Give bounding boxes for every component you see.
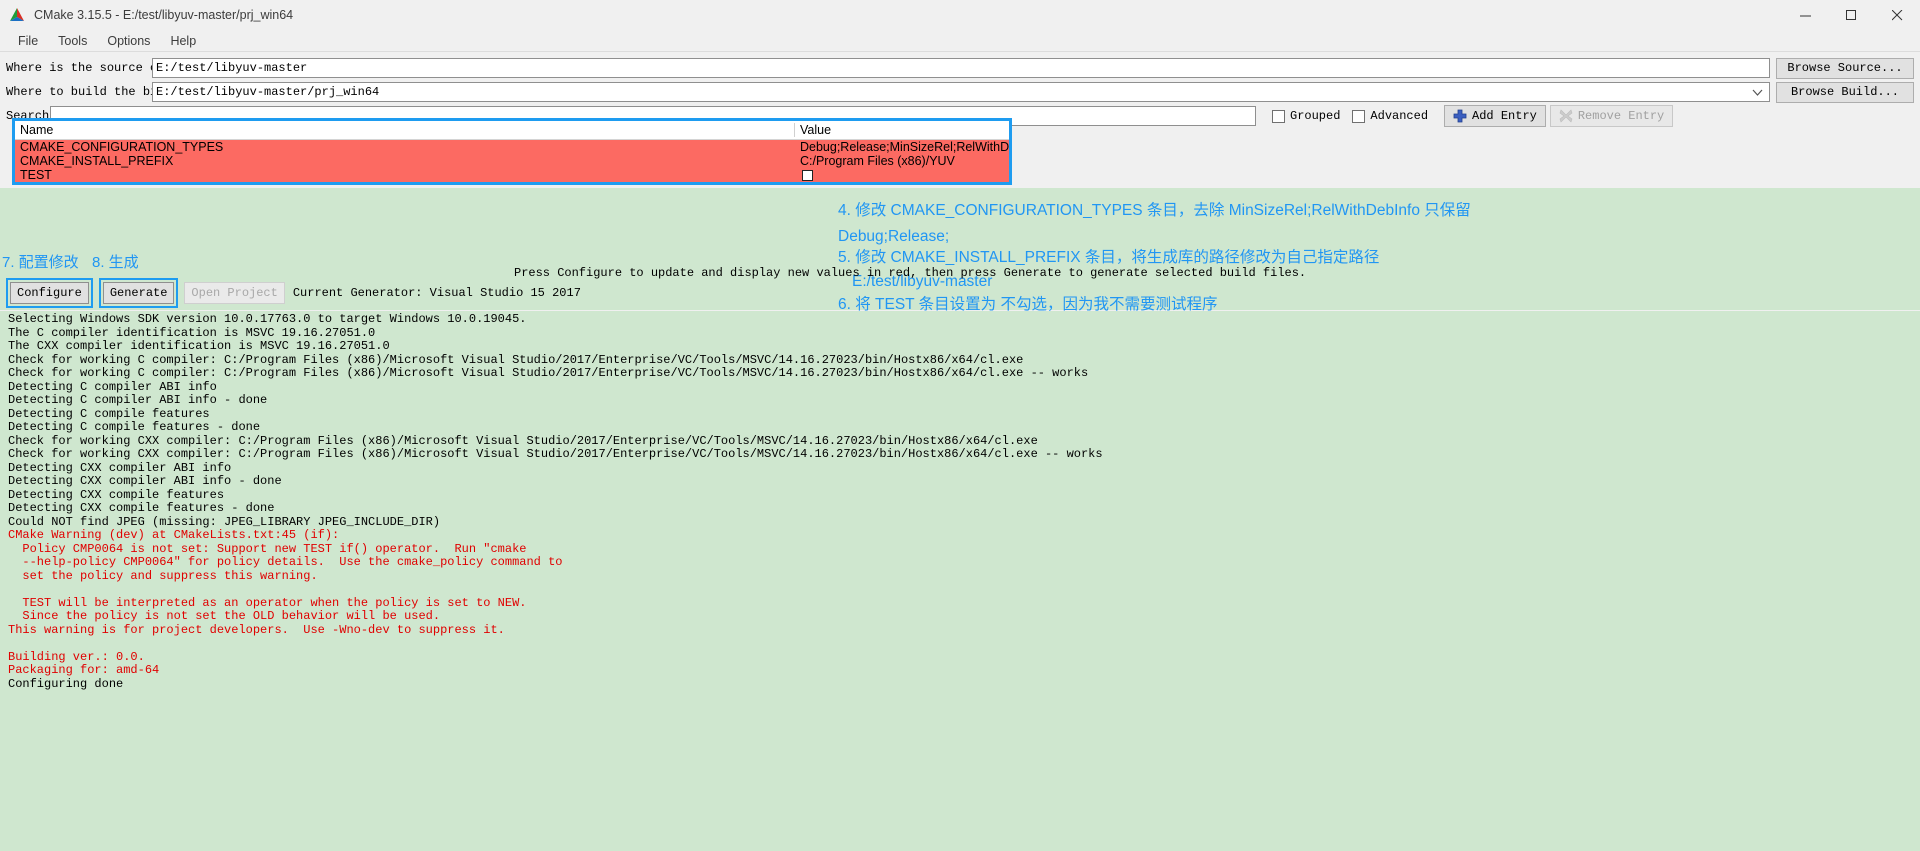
binaries-label: Where to build the binaries: xyxy=(6,85,208,99)
browse-build-button[interactable]: Browse Build... xyxy=(1776,81,1914,103)
cache-entry-name: CMAKE_CONFIGURATION_TYPES xyxy=(20,140,224,154)
window-controls xyxy=(1782,0,1920,30)
log-line: Packaging for: amd-64 xyxy=(8,663,160,677)
table-row[interactable]: CMAKE_CONFIGURATION_TYPES Debug;Release;… xyxy=(15,140,1009,154)
log-line: Detecting C compiler ABI info xyxy=(8,379,217,394)
window-title: CMake 3.15.5 - E:/test/libyuv-master/prj… xyxy=(34,8,294,22)
view-options: Grouped Advanced Add Entry Remove Entry xyxy=(1272,105,1674,127)
log-line: set the policy and suppress this warning… xyxy=(8,568,318,583)
browse-source-button[interactable]: Browse Source... xyxy=(1776,57,1914,79)
log-line: Policy CMP0064 is not set: Support new T… xyxy=(8,541,527,556)
advanced-label: Advanced xyxy=(1370,109,1429,123)
menu-file[interactable]: File xyxy=(8,30,48,52)
log-line: Since the policy is not set the OLD beha… xyxy=(8,609,441,623)
log-line: Detecting CXX compiler ABI info - done xyxy=(8,474,282,488)
close-icon[interactable] xyxy=(1874,0,1920,30)
output-log[interactable]: Selecting Windows SDK version 10.0.17763… xyxy=(0,311,1920,851)
menu-tools[interactable]: Tools xyxy=(48,30,97,52)
generate-highlight: Generate xyxy=(98,278,179,308)
action-button-row: Configure Generate Open Project Current … xyxy=(0,278,1920,308)
path-form: Where is the source code: E:/test/libyuv… xyxy=(0,52,1920,127)
cmake-logo-icon xyxy=(8,6,26,24)
annotation-step-8: 8. 生成 xyxy=(92,254,139,271)
log-line: This warning is for project developers. … xyxy=(8,622,505,637)
log-line: Detecting C compile features xyxy=(8,406,210,421)
grouped-checkbox[interactable]: Grouped xyxy=(1272,109,1340,123)
plus-icon xyxy=(1453,109,1467,123)
remove-entry-label: Remove Entry xyxy=(1577,109,1665,123)
log-line: Building ver.: 0.0. xyxy=(8,649,145,664)
annotation-step-7: 7. 配置修改 xyxy=(2,254,79,271)
remove-entry-button[interactable]: Remove Entry xyxy=(1549,105,1674,127)
binaries-value: E:/test/libyuv-master/prj_win64 xyxy=(156,85,380,99)
cmake-gui-window: CMake 3.15.5 - E:/test/libyuv-master/prj… xyxy=(0,0,1920,851)
log-line: --help-policy CMP0064" for policy detail… xyxy=(8,555,563,569)
log-line: Check for working C compiler: C:/Program… xyxy=(8,352,1024,367)
chevron-down-icon[interactable] xyxy=(1748,89,1766,96)
generate-button[interactable]: Generate xyxy=(102,282,175,304)
configure-button[interactable]: Configure xyxy=(10,282,89,304)
binaries-row: Where to build the binaries: E:/test/lib… xyxy=(6,81,1914,103)
cache-entry-name: CMAKE_INSTALL_PREFIX xyxy=(20,154,174,168)
binaries-combobox[interactable]: E:/test/libyuv-master/prj_win64 xyxy=(152,82,1770,102)
log-line: Detecting CXX compile features xyxy=(8,487,225,502)
log-line: Detecting C compiler ABI info - done xyxy=(8,393,268,407)
menu-help[interactable]: Help xyxy=(160,30,206,52)
log-line: CMake Warning (dev) at CMakeLists.txt:45… xyxy=(8,528,340,542)
grouped-label: Grouped xyxy=(1290,109,1341,123)
log-line: Detecting CXX compile features - done xyxy=(8,501,275,515)
menu-options[interactable]: Options xyxy=(97,30,160,52)
source-row: Where is the source code: E:/test/libyuv… xyxy=(6,57,1914,79)
remove-x-icon xyxy=(1559,109,1573,123)
cache-entry-name: TEST xyxy=(20,168,52,182)
advanced-checkbox[interactable]: Advanced xyxy=(1352,109,1428,123)
log-line: Check for working CXX compiler: C:/Progr… xyxy=(8,447,1103,461)
open-project-button[interactable]: Open Project xyxy=(184,282,285,304)
log-line: Selecting Windows SDK version 10.0.17763… xyxy=(8,312,527,326)
add-entry-label: Add Entry xyxy=(1472,109,1537,123)
log-line: Detecting C compile features - done xyxy=(8,420,261,434)
column-header-value[interactable]: Value xyxy=(795,123,1009,137)
cache-table[interactable]: Name Value CMAKE_CONFIGURATION_TYPES Deb… xyxy=(12,118,1012,185)
table-row[interactable]: CMAKE_INSTALL_PREFIX C:/Program Files (x… xyxy=(15,154,1009,168)
test-entry-checkbox[interactable] xyxy=(802,169,813,181)
log-line: Check for working CXX compiler: C:/Progr… xyxy=(8,433,1038,448)
log-line: Could NOT find JPEG (missing: JPEG_LIBRA… xyxy=(8,514,441,529)
cache-entry-value[interactable]: Debug;Release;MinSizeRel;RelWithDebInfo xyxy=(795,140,1009,154)
log-line: Check for working C compiler: C:/Program… xyxy=(8,366,1089,380)
source-label: Where is the source code: xyxy=(6,61,187,75)
grouped-checkbox-box[interactable] xyxy=(1272,109,1285,123)
source-input[interactable]: E:/test/libyuv-master xyxy=(152,58,1770,78)
cache-entry-value[interactable] xyxy=(795,169,1009,181)
title-bar: CMake 3.15.5 - E:/test/libyuv-master/prj… xyxy=(0,0,1920,30)
menu-bar: File Tools Options Help xyxy=(0,30,1920,52)
add-entry-button[interactable]: Add Entry xyxy=(1444,105,1546,127)
log-line: TEST will be interpreted as an operator … xyxy=(8,595,527,610)
log-line: Configuring done xyxy=(8,676,124,691)
log-line: The CXX compiler identification is MSVC … xyxy=(8,339,390,353)
cache-entry-value[interactable]: C:/Program Files (x86)/YUV xyxy=(795,154,1009,168)
current-generator-label: Current Generator: Visual Studio 15 2017 xyxy=(292,286,581,300)
annotation-step-4: 4. 修改 CMAKE_CONFIGURATION_TYPES 条目，去除 Mi… xyxy=(838,202,1471,219)
table-row[interactable]: TEST xyxy=(15,168,1009,182)
maximize-icon[interactable] xyxy=(1828,0,1874,30)
column-header-name[interactable]: Name xyxy=(15,123,795,137)
table-header: Name Value xyxy=(15,121,1009,140)
advanced-checkbox-box[interactable] xyxy=(1352,109,1366,123)
log-line: Detecting CXX compiler ABI info xyxy=(8,460,232,475)
log-line: The C compiler identification is MSVC 19… xyxy=(8,325,376,340)
configure-highlight: Configure xyxy=(6,278,93,308)
minimize-icon[interactable] xyxy=(1782,0,1828,30)
